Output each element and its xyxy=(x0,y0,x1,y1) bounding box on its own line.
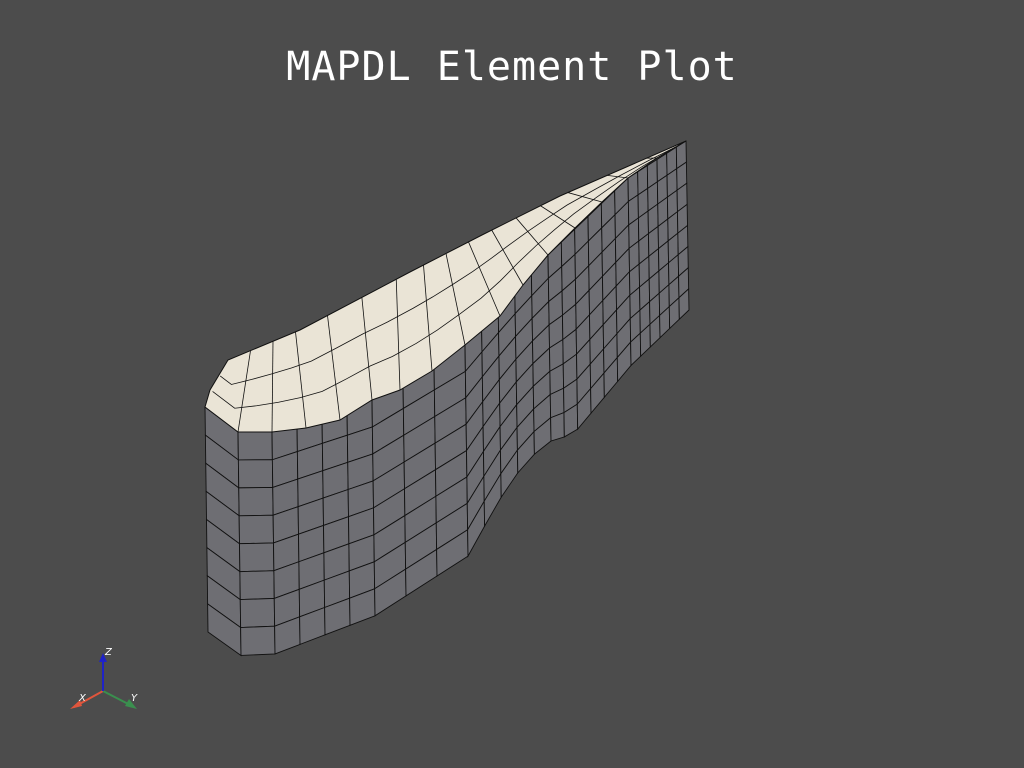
side-wall-element xyxy=(240,625,276,656)
orientation-axes-widget: X Y Z xyxy=(70,647,138,709)
side-wall-element xyxy=(237,459,274,489)
side-wall-element xyxy=(239,542,275,573)
side-wall-element xyxy=(550,411,565,442)
element-mesh xyxy=(204,140,690,657)
y-axis-label: Y xyxy=(131,693,138,704)
3d-viewport[interactable]: X Y Z xyxy=(0,0,1024,768)
side-wall-element xyxy=(239,570,275,601)
x-axis-label: X xyxy=(78,693,87,704)
side-wall-element xyxy=(237,431,273,461)
side-wall-element xyxy=(239,597,276,628)
side-wall-element xyxy=(238,514,274,545)
z-axis-label: Z xyxy=(104,647,113,658)
side-wall-element xyxy=(238,487,274,517)
